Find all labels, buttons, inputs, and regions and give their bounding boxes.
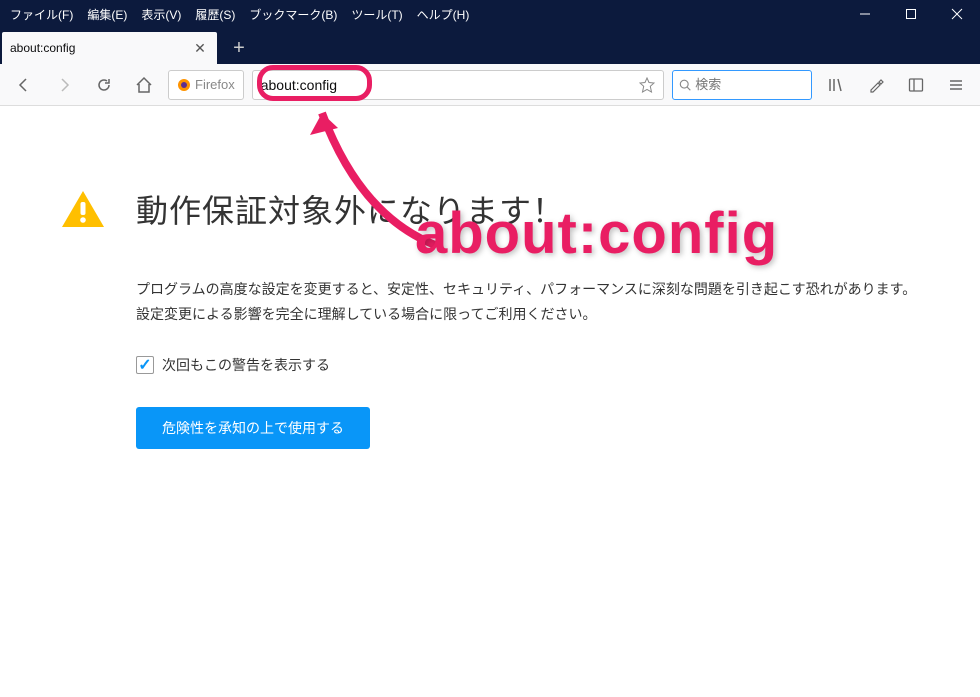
- warning-body: プログラムの高度な設定を変更すると、安定性、セキュリティ、パフォーマンスに深刻な…: [60, 277, 920, 449]
- titlebar: ファイル(F) 編集(E) 表示(V) 履歴(S) ブックマーク(B) ツール(…: [0, 0, 980, 28]
- reload-button[interactable]: [88, 69, 120, 101]
- identity-box[interactable]: Firefox: [168, 70, 244, 100]
- home-button[interactable]: [128, 69, 160, 101]
- warning-icon: [60, 189, 106, 229]
- menu-tools[interactable]: ツール(T): [345, 2, 408, 27]
- warning-text: プログラムの高度な設定を変更すると、安定性、セキュリティ、パフォーマンスに深刻な…: [136, 277, 920, 327]
- menu-help[interactable]: ヘルプ(H): [411, 2, 476, 27]
- minimize-button[interactable]: [842, 0, 888, 28]
- tab-active[interactable]: about:config ✕: [2, 32, 217, 64]
- search-icon: [679, 78, 691, 92]
- forward-button[interactable]: [48, 69, 80, 101]
- menu-bookmarks[interactable]: ブックマーク(B): [243, 2, 343, 27]
- menu-view[interactable]: 表示(V): [135, 2, 187, 27]
- warning-header: 動作保証対象外になります！: [60, 186, 920, 232]
- sidebar-button[interactable]: [900, 69, 932, 101]
- checkbox-label: 次回もこの警告を表示する: [162, 355, 330, 375]
- close-button[interactable]: [934, 0, 980, 28]
- search-input[interactable]: [695, 77, 805, 92]
- tab-label: about:config: [10, 41, 183, 55]
- menu-file[interactable]: ファイル(F): [4, 2, 79, 27]
- star-icon[interactable]: [639, 77, 655, 93]
- maximize-button[interactable]: [888, 0, 934, 28]
- tabbar: about:config ✕ +: [0, 28, 980, 64]
- back-button[interactable]: [8, 69, 40, 101]
- warning-title: 動作保証対象外になります！: [136, 186, 565, 232]
- eyedropper-button[interactable]: [860, 69, 892, 101]
- accept-risk-button[interactable]: 危険性を承知の上で使用する: [136, 407, 370, 449]
- identity-label: Firefox: [195, 77, 235, 92]
- navbar: Firefox about:config: [0, 64, 980, 106]
- menubar: ファイル(F) 編集(E) 表示(V) 履歴(S) ブックマーク(B) ツール(…: [0, 2, 842, 27]
- url-text: about:config: [261, 77, 631, 93]
- show-warning-checkbox-row[interactable]: ✓ 次回もこの警告を表示する: [136, 355, 920, 375]
- menu-history[interactable]: 履歴(S): [189, 2, 241, 27]
- address-bar[interactable]: about:config: [252, 70, 664, 100]
- library-button[interactable]: [820, 69, 852, 101]
- search-bar[interactable]: [672, 70, 812, 100]
- tab-close-icon[interactable]: ✕: [191, 39, 209, 57]
- menu-edit[interactable]: 編集(E): [81, 2, 133, 27]
- window-controls: [842, 0, 980, 28]
- menu-button[interactable]: [940, 69, 972, 101]
- firefox-icon: [177, 78, 191, 92]
- checkbox-icon[interactable]: ✓: [136, 356, 154, 374]
- warning-page: 動作保証対象外になります！ プログラムの高度な設定を変更すると、安定性、セキュリ…: [0, 106, 980, 529]
- new-tab-button[interactable]: +: [223, 32, 255, 64]
